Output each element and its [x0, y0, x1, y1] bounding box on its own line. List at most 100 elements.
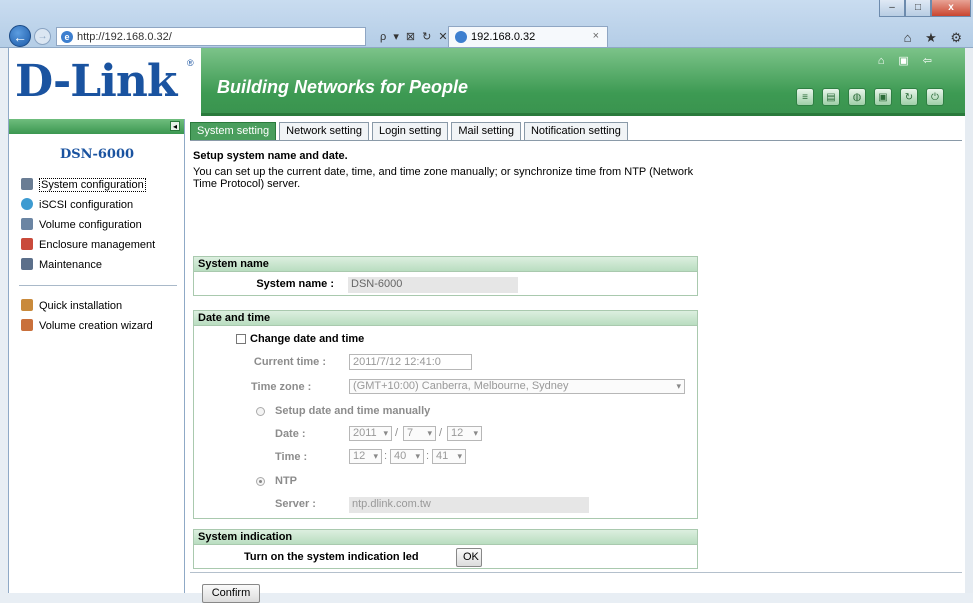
logo-registered-mark: ® [187, 58, 194, 68]
sidebar-item-label: Quick installation [39, 300, 123, 312]
tab-close-icon[interactable]: × [593, 30, 599, 42]
year-select[interactable]: 2011 [349, 426, 392, 441]
page-scrollbar[interactable] [965, 48, 973, 593]
minute-select[interactable]: 40 [390, 449, 424, 464]
sidebar-divider [19, 285, 177, 286]
ntp-radio[interactable] [256, 477, 265, 486]
tab-mail-setting[interactable]: Mail setting [451, 122, 521, 140]
web-page: D-Link ® Building Networks for People ⌂▣… [8, 48, 966, 603]
manual-radio[interactable] [256, 407, 265, 416]
server-label: Server : [275, 498, 316, 510]
system-name-label: System name : [256, 278, 334, 290]
change-date-label: Change date and time [250, 333, 365, 345]
browser-chrome: – □ x ← → e http://192.168.0.32/ ρ ▾ ⊠ ↻… [0, 0, 973, 48]
sidebar-item-label: Volume configuration [39, 219, 142, 231]
section-header: Date and time [194, 311, 697, 326]
document-icon[interactable]: ▤ [822, 88, 840, 106]
sidebar-item-volume-configuration[interactable]: Volume configuration [21, 218, 142, 234]
dlink-logo: D-Link ® [9, 48, 201, 116]
header-top-links: ⌂▣⇦ [878, 54, 946, 67]
sidebar-bar: ◂ [9, 119, 184, 134]
system-indication-section: System indication Turn on the system ind… [193, 529, 698, 569]
sidebar-item-enclosure-management[interactable]: Enclosure management [21, 238, 155, 254]
browser-toolbar-icons[interactable]: ⌂ ★ ⚙ [904, 30, 967, 46]
date-separator: / [395, 427, 399, 439]
sidebar-item-iscsi-configuration[interactable]: iSCSI configuration [21, 198, 133, 214]
second-select[interactable]: 41 [432, 449, 466, 464]
current-time-field[interactable]: 2011/7/12 12:41:0 [349, 354, 472, 370]
app-header: D-Link ® Building Networks for People ⌂▣… [9, 48, 966, 116]
slogan: Building Networks for People [217, 77, 469, 97]
current-time-label: Current time : [253, 356, 326, 368]
system-icon [21, 178, 33, 190]
section-header: System indication [194, 530, 697, 545]
address-bar[interactable]: e http://192.168.0.32/ [56, 27, 366, 46]
quick-install-icon [21, 299, 33, 311]
power-icon[interactable]: ⏻ [926, 88, 944, 106]
day-select[interactable]: 12 [447, 426, 482, 441]
sidebar-item-quick-installation[interactable]: Quick installation [21, 299, 122, 315]
collapse-icon[interactable]: ◂ [170, 121, 180, 131]
month-select[interactable]: 7 [403, 426, 436, 441]
logout-icon[interactable]: ⇦ [923, 55, 946, 67]
sidebar-item-system-configuration[interactable]: System configuration [21, 178, 146, 194]
home-icon[interactable]: ⌂ [878, 55, 899, 67]
hour-select[interactable]: 12 [349, 449, 382, 464]
logo-text: D-Link [15, 56, 177, 107]
content-divider [190, 572, 962, 573]
date-separator: / [439, 427, 443, 439]
globe-icon[interactable]: ◍ [848, 88, 866, 106]
window-buttons: – □ x [879, 0, 971, 17]
sidebar-item-label: Enclosure management [39, 239, 156, 251]
forward-button[interactable]: → [34, 28, 51, 45]
bookmark-icon[interactable]: ▣ [898, 55, 922, 67]
close-button[interactable]: x [931, 0, 971, 17]
manual-label: Setup date and time manually [275, 405, 431, 417]
time-label: Time : [275, 451, 308, 463]
section-header: System name [194, 257, 697, 272]
maximize-button[interactable]: □ [905, 0, 931, 17]
sidebar-item-volume-creation-wizard[interactable]: Volume creation wizard [21, 319, 153, 335]
system-name-section: System name System name : DSN-6000 [193, 256, 698, 296]
tab-notification-setting[interactable]: Notification setting [523, 122, 628, 140]
timezone-select[interactable]: (GMT+10:00) Canberra, Melbourne, Sydney [349, 379, 685, 394]
main-content: System setting Network setting Login set… [186, 119, 966, 603]
header-tools: ≡ ▤ ◍ ▣ ↻ ⏻ [796, 88, 944, 106]
indication-ok-button[interactable]: OK [456, 548, 482, 567]
settings-tabs: System setting Network setting Login set… [190, 122, 628, 140]
sidebar-item-maintenance[interactable]: Maintenance [21, 258, 102, 274]
sidebar-item-label: Volume creation wizard [39, 320, 153, 332]
timezone-label: Time zone : [251, 381, 312, 393]
back-button[interactable]: ← [9, 25, 31, 47]
ntp-label: NTP [275, 475, 297, 487]
tab-title: 192.168.0.32 [471, 31, 536, 43]
iscsi-icon [21, 198, 33, 210]
refresh-icon[interactable]: ↻ [900, 88, 918, 106]
system-name-field[interactable]: DSN-6000 [348, 277, 518, 293]
sidebar-item-label: iSCSI configuration [39, 199, 134, 211]
wizard-icon [21, 319, 33, 331]
save-icon[interactable]: ▣ [874, 88, 892, 106]
date-label: Date : [275, 428, 306, 440]
time-separator: : [426, 450, 430, 462]
device-model: DSN-6000 [59, 147, 135, 162]
sidebar-item-label: Maintenance [39, 259, 102, 271]
tab-divider [190, 140, 962, 141]
change-date-checkbox[interactable] [236, 334, 246, 344]
page-title: Setup system name and date. [193, 150, 348, 162]
address-controls[interactable]: ρ ▾ ⊠ ↻ ✕ [380, 30, 450, 43]
tab-ie-icon [455, 31, 467, 43]
enclosure-icon [21, 238, 33, 250]
database-icon[interactable]: ≡ [796, 88, 814, 106]
indication-label: Turn on the system indication led [244, 551, 419, 563]
confirm-button[interactable]: Confirm [202, 584, 260, 603]
ntp-server-field[interactable]: ntp.dlink.com.tw [349, 497, 589, 513]
tab-network-setting[interactable]: Network setting [279, 122, 369, 140]
date-time-section: Date and time Change date and time Curre… [193, 310, 698, 519]
browser-tab[interactable]: 192.168.0.32 × [448, 26, 608, 47]
tab-system-setting[interactable]: System setting [190, 122, 277, 140]
sidebar-item-label: System configuration [39, 178, 146, 192]
page-description: You can set up the current date, time, a… [193, 166, 694, 190]
tab-login-setting[interactable]: Login setting [371, 122, 449, 140]
minimize-button[interactable]: – [879, 0, 905, 17]
